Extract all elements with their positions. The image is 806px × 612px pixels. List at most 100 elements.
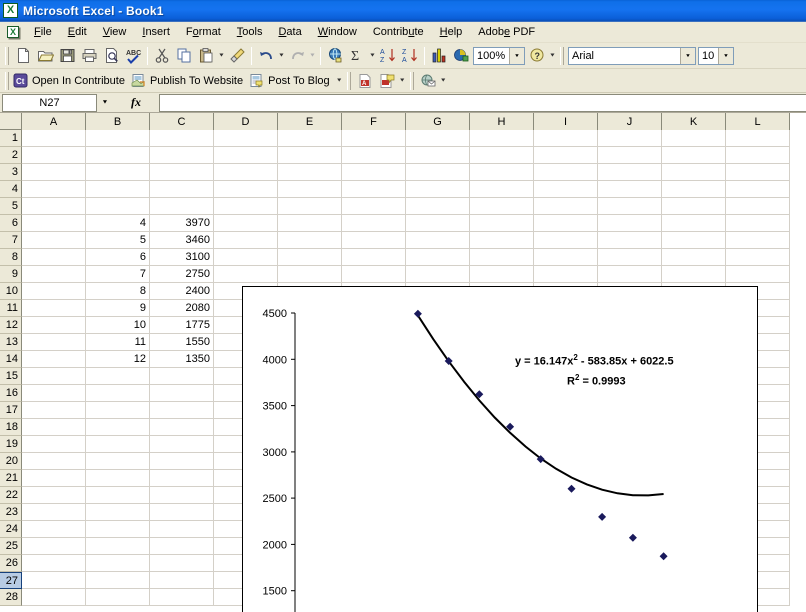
cell-A4[interactable] — [22, 181, 86, 198]
row-header-14[interactable]: 14 — [0, 351, 22, 368]
cell-E1[interactable] — [278, 130, 342, 147]
cell-C21[interactable] — [150, 470, 214, 487]
cell-C9[interactable]: 2750 — [150, 266, 214, 283]
cell-J4[interactable] — [598, 181, 662, 198]
cell-B20[interactable] — [86, 453, 150, 470]
row-header-25[interactable]: 25 — [0, 538, 22, 555]
toolbar-overflow-icon[interactable] — [548, 45, 557, 67]
document-control-icon[interactable]: X — [4, 24, 22, 40]
row-header-6[interactable]: 6 — [0, 215, 22, 232]
column-header-c[interactable]: C — [150, 113, 214, 130]
select-all-corner[interactable] — [0, 113, 22, 130]
cell-J7[interactable] — [598, 232, 662, 249]
cell-I2[interactable] — [534, 147, 598, 164]
cell-B23[interactable] — [86, 504, 150, 521]
office-assistant-icon[interactable]: ? — [526, 45, 548, 67]
cell-B19[interactable] — [86, 436, 150, 453]
paste-dropdown-icon[interactable] — [217, 45, 226, 67]
cell-B16[interactable] — [86, 385, 150, 402]
cell-C15[interactable] — [150, 368, 214, 385]
formula-input[interactable] — [159, 94, 806, 112]
cell-A16[interactable] — [22, 385, 86, 402]
row-header-18[interactable]: 18 — [0, 419, 22, 436]
spelling-icon[interactable]: ABC — [122, 45, 144, 67]
cell-A12[interactable] — [22, 317, 86, 334]
column-header-b[interactable]: B — [86, 113, 150, 130]
row-header-26[interactable]: 26 — [0, 555, 22, 572]
cell-B18[interactable] — [86, 419, 150, 436]
cell-D1[interactable] — [214, 130, 278, 147]
cell-G3[interactable] — [406, 164, 470, 181]
row-header-7[interactable]: 7 — [0, 232, 22, 249]
font-name-combo[interactable]: Arial — [568, 47, 696, 65]
cell-A3[interactable] — [22, 164, 86, 181]
cell-E8[interactable] — [278, 249, 342, 266]
cell-G9[interactable] — [406, 266, 470, 283]
cell-A13[interactable] — [22, 334, 86, 351]
format-painter-icon[interactable] — [226, 45, 248, 67]
pdf-comment-icon[interactable] — [376, 70, 398, 92]
column-header-j[interactable]: J — [598, 113, 662, 130]
cell-I9[interactable] — [534, 266, 598, 283]
row-header-11[interactable]: 11 — [0, 300, 22, 317]
pdf-email-dropdown-icon[interactable] — [439, 70, 448, 92]
column-header-e[interactable]: E — [278, 113, 342, 130]
cell-G4[interactable] — [406, 181, 470, 198]
cell-A14[interactable] — [22, 351, 86, 368]
cell-G1[interactable] — [406, 130, 470, 147]
cell-I7[interactable] — [534, 232, 598, 249]
cell-C12[interactable]: 1775 — [150, 317, 214, 334]
row-header-24[interactable]: 24 — [0, 521, 22, 538]
cell-C8[interactable]: 3100 — [150, 249, 214, 266]
cell-A23[interactable] — [22, 504, 86, 521]
cell-A2[interactable] — [22, 147, 86, 164]
cell-G8[interactable] — [406, 249, 470, 266]
row-header-21[interactable]: 21 — [0, 470, 22, 487]
cell-L2[interactable] — [726, 147, 790, 164]
cell-E7[interactable] — [278, 232, 342, 249]
cell-A25[interactable] — [22, 538, 86, 555]
redo-dropdown-icon[interactable] — [308, 45, 317, 67]
cell-D5[interactable] — [214, 198, 278, 215]
cell-E2[interactable] — [278, 147, 342, 164]
save-icon[interactable] — [56, 45, 78, 67]
cell-A28[interactable] — [22, 589, 86, 606]
post-to-blog-button[interactable]: Post To Blog — [248, 71, 335, 91]
zoom-dropdown-icon[interactable] — [509, 48, 524, 64]
cell-C28[interactable] — [150, 589, 214, 606]
cell-J9[interactable] — [598, 266, 662, 283]
cell-J3[interactable] — [598, 164, 662, 181]
row-header-3[interactable]: 3 — [0, 164, 22, 181]
cell-B1[interactable] — [86, 130, 150, 147]
cell-B12[interactable]: 10 — [86, 317, 150, 334]
menu-help[interactable]: Help — [432, 24, 471, 40]
paste-icon[interactable] — [195, 45, 217, 67]
cell-A24[interactable] — [22, 521, 86, 538]
cell-B13[interactable]: 11 — [86, 334, 150, 351]
cell-F1[interactable] — [342, 130, 406, 147]
menu-adobe-pdf[interactable]: Adobe PDF — [470, 24, 543, 40]
cell-B14[interactable]: 12 — [86, 351, 150, 368]
cell-L3[interactable] — [726, 164, 790, 181]
cell-A18[interactable] — [22, 419, 86, 436]
cell-H3[interactable] — [470, 164, 534, 181]
cell-A10[interactable] — [22, 283, 86, 300]
cell-E5[interactable] — [278, 198, 342, 215]
cell-C23[interactable] — [150, 504, 214, 521]
font-name-dropdown-icon[interactable] — [680, 48, 695, 64]
menu-format[interactable]: Format — [178, 24, 229, 40]
cell-B17[interactable] — [86, 402, 150, 419]
contribute-overflow-icon[interactable] — [335, 70, 344, 92]
undo-dropdown-icon[interactable] — [277, 45, 286, 67]
cell-B9[interactable]: 7 — [86, 266, 150, 283]
cell-B22[interactable] — [86, 487, 150, 504]
cell-C22[interactable] — [150, 487, 214, 504]
cell-H2[interactable] — [470, 147, 534, 164]
pdf-toolbar-grip[interactable] — [347, 72, 351, 90]
cell-A6[interactable] — [22, 215, 86, 232]
convert-to-pdf-icon[interactable]: A — [354, 70, 376, 92]
menu-view[interactable]: View — [95, 24, 135, 40]
cell-B24[interactable] — [86, 521, 150, 538]
cell-G7[interactable] — [406, 232, 470, 249]
column-header-i[interactable]: I — [534, 113, 598, 130]
